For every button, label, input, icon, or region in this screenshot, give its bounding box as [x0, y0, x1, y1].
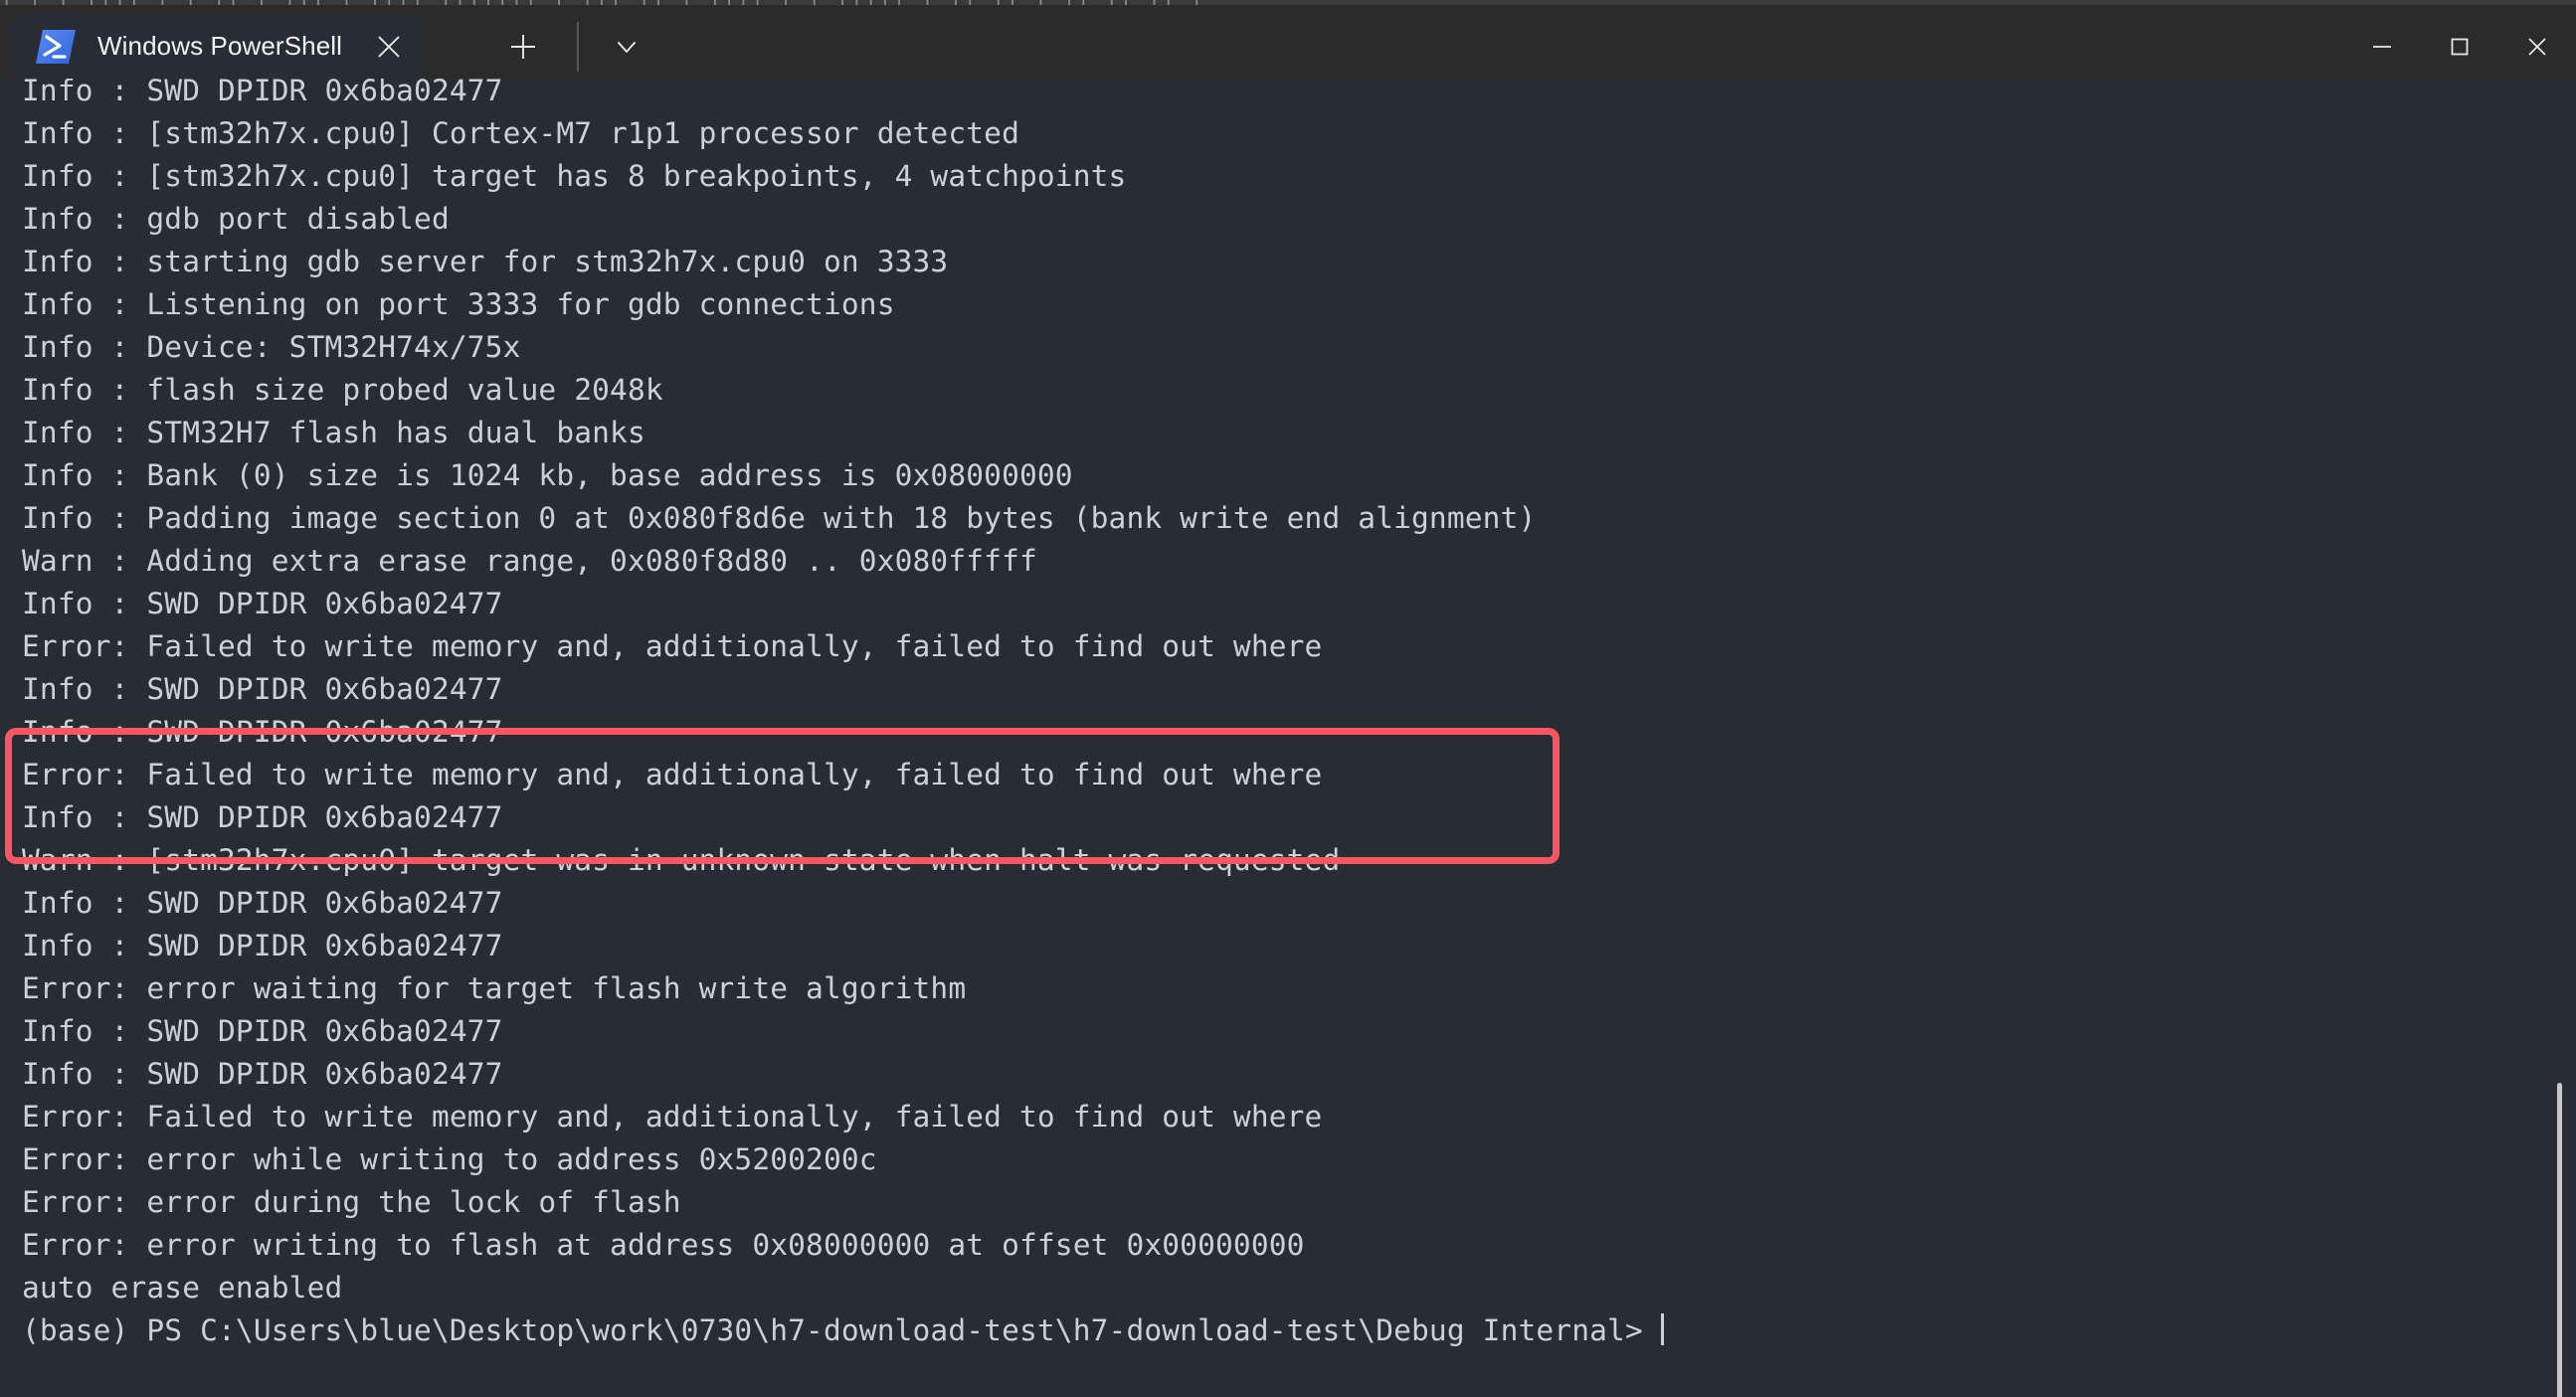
terminal-line: Error: Failed to write memory and, addit… — [22, 1100, 1323, 1134]
terminal-line: Warn : Adding extra erase range, 0x080f8… — [22, 544, 1037, 578]
terminal-line-list: Info : SWD DPIDR 0x6ba02477 Info : [stm32… — [22, 79, 2548, 1352]
terminal-line: Info : Padding image section 0 at 0x080f… — [22, 501, 1537, 535]
terminal-line: Info : SWD DPIDR 0x6ba02477 — [22, 715, 503, 749]
terminal-line: Info : Device: STM32H74x/75x — [22, 330, 521, 364]
terminal-line: Warn : [stm32h7x.cpu0] target was in unk… — [22, 843, 1341, 877]
terminal-line: Info : starting gdb server for stm32h7x.… — [22, 245, 949, 278]
terminal-line: Error: Failed to write memory and, addit… — [22, 629, 1323, 663]
terminal-line: Info : SWD DPIDR 0x6ba02477 — [22, 929, 503, 962]
new-tab-button[interactable] — [497, 22, 549, 72]
terminal-line: Info : STM32H7 flash has dual banks — [22, 416, 645, 449]
terminal-line: Info : SWD DPIDR 0x6ba02477 — [22, 1014, 503, 1048]
tabbar-divider — [577, 22, 579, 72]
terminal-line: Info : SWD DPIDR 0x6ba02477 — [22, 672, 503, 706]
terminal-line: Info : Listening on port 3333 for gdb co… — [22, 287, 895, 321]
tab-title: Windows PowerShell — [97, 31, 343, 61]
terminal-line: Info : Bank (0) size is 1024 kb, base ad… — [22, 458, 1073, 492]
close-button[interactable] — [2498, 10, 2576, 84]
terminal-prompt-line[interactable]: (base) PS C:\Users\blue\Desktop\work\073… — [22, 1310, 2548, 1352]
terminal-line: Info : SWD DPIDR 0x6ba02477 — [22, 886, 503, 920]
terminal-line: Error: Failed to write memory and, addit… — [22, 758, 1323, 791]
tab-dropdown-button[interactable] — [601, 22, 652, 72]
terminal-line: auto erase enabled — [22, 1271, 343, 1305]
terminal-line: Info : SWD DPIDR 0x6ba02477 — [22, 800, 503, 834]
terminal-scrollbar[interactable] — [2542, 157, 2576, 1397]
terminal-line: Info : SWD DPIDR 0x6ba02477 — [22, 587, 503, 620]
terminal-line: Info : SWD DPIDR 0x6ba02477 — [22, 1057, 503, 1091]
window-controls — [2343, 10, 2576, 84]
terminal-line: Error: error writing to flash at address… — [22, 1228, 1305, 1262]
text-cursor — [1660, 1313, 1664, 1345]
terminal-line: Info : SWD DPIDR 0x6ba02477 — [22, 79, 503, 107]
minimize-button[interactable] — [2343, 10, 2421, 84]
tab-close-icon[interactable] — [363, 21, 415, 73]
tab-windows-powershell[interactable]: Windows PowerShell — [12, 14, 425, 79]
terminal-line: Error: error while writing to address 0x… — [22, 1142, 877, 1176]
terminal-line: Info : gdb port disabled — [22, 202, 450, 236]
terminal-line: Info : [stm32h7x.cpu0] target has 8 brea… — [22, 159, 1127, 193]
terminal-output-area[interactable]: Info : SWD DPIDR 0x6ba02477 Info : [stm32… — [0, 79, 2576, 1397]
powershell-window: | | | |||| | | || | ||| | |||| ||||||| |… — [0, 0, 2576, 1397]
maximize-button[interactable] — [2421, 10, 2498, 84]
title-bar: Windows PowerShell — [0, 5, 2576, 79]
terminal-line: Info : [stm32h7x.cpu0] Cortex-M7 r1p1 pr… — [22, 116, 1019, 150]
terminal-line: Error: error waiting for target flash wr… — [22, 971, 967, 1005]
terminal-line: Info : flash size probed value 2048k — [22, 373, 663, 407]
powershell-icon — [36, 28, 76, 66]
scrollbar-thumb[interactable] — [2557, 1083, 2562, 1397]
prompt-text: (base) PS C:\Users\blue\Desktop\work\073… — [22, 1313, 1661, 1347]
terminal-line: Error: error during the lock of flash — [22, 1185, 681, 1219]
